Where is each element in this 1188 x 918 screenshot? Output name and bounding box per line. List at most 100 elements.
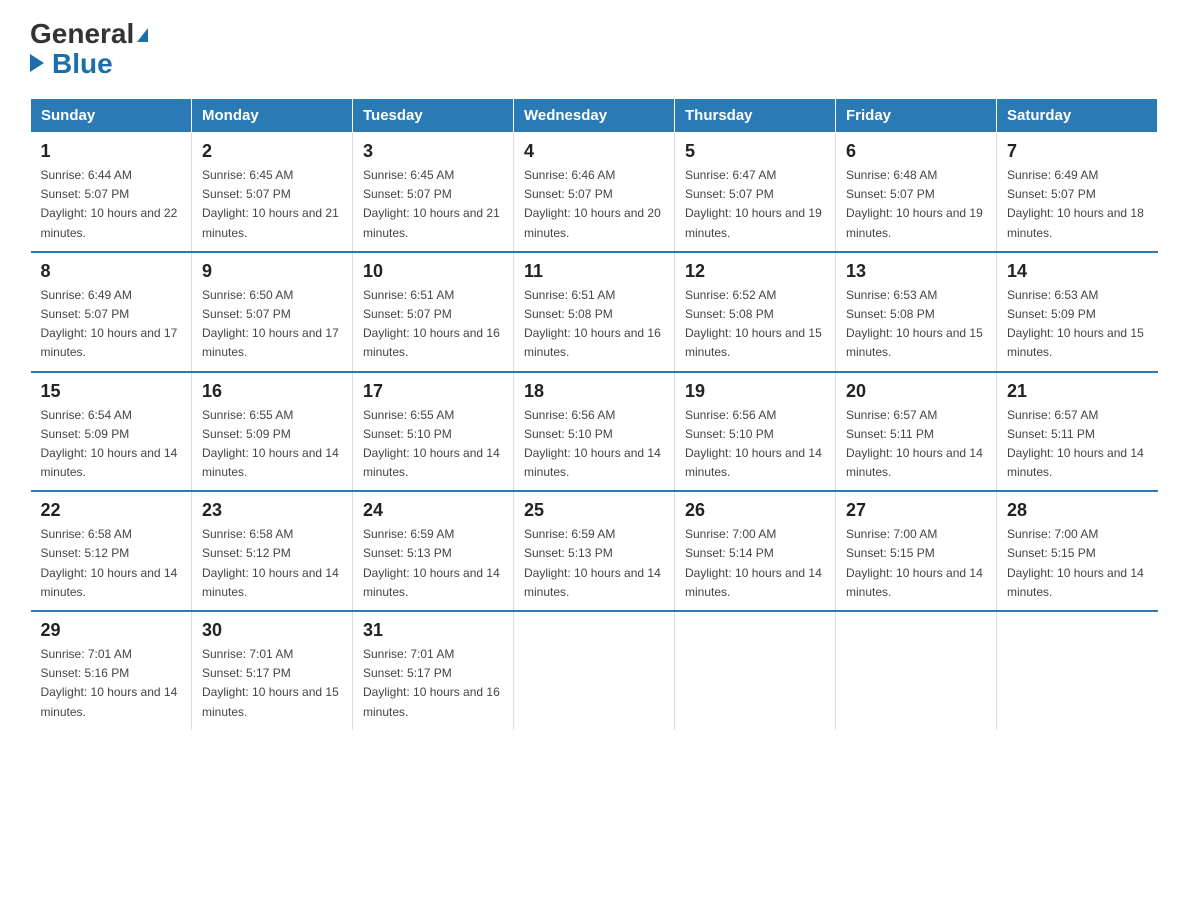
calendar-cell: 24 Sunrise: 6:59 AMSunset: 5:13 PMDayligh… [353, 491, 514, 611]
day-info: Sunrise: 6:51 AMSunset: 5:08 PMDaylight:… [524, 288, 661, 360]
day-info: Sunrise: 7:01 AMSunset: 5:16 PMDaylight:… [41, 647, 178, 719]
calendar-cell: 20 Sunrise: 6:57 AMSunset: 5:11 PMDayligh… [836, 372, 997, 492]
day-info: Sunrise: 7:01 AMSunset: 5:17 PMDaylight:… [202, 647, 339, 719]
day-info: Sunrise: 6:55 AMSunset: 5:10 PMDaylight:… [363, 408, 500, 480]
calendar-cell: 29 Sunrise: 7:01 AMSunset: 5:16 PMDayligh… [31, 611, 192, 730]
calendar-cell: 17 Sunrise: 6:55 AMSunset: 5:10 PMDayligh… [353, 372, 514, 492]
logo-blue: Blue [52, 48, 113, 80]
col-header-wednesday: Wednesday [514, 99, 675, 133]
day-info: Sunrise: 6:58 AMSunset: 5:12 PMDaylight:… [41, 527, 178, 599]
calendar-cell: 7 Sunrise: 6:49 AMSunset: 5:07 PMDaylight… [997, 133, 1158, 252]
calendar-cell: 31 Sunrise: 7:01 AMSunset: 5:17 PMDayligh… [353, 611, 514, 730]
calendar-cell: 12 Sunrise: 6:52 AMSunset: 5:08 PMDayligh… [675, 252, 836, 372]
day-number: 10 [363, 261, 503, 282]
day-info: Sunrise: 7:00 AMSunset: 5:14 PMDaylight:… [685, 527, 822, 599]
calendar-cell: 8Sunrise: 6:49 AMSunset: 5:07 PMDaylight… [31, 252, 192, 372]
day-number: 9 [202, 261, 342, 282]
day-info: Sunrise: 6:46 AMSunset: 5:07 PMDaylight:… [524, 168, 661, 240]
day-number: 29 [41, 620, 182, 641]
day-number: 27 [846, 500, 986, 521]
col-header-sunday: Sunday [31, 99, 192, 133]
day-info: Sunrise: 6:49 AMSunset: 5:07 PMDaylight:… [1007, 168, 1144, 240]
day-number: 7 [1007, 141, 1148, 162]
day-number: 8 [41, 261, 182, 282]
day-number: 19 [685, 381, 825, 402]
day-info: Sunrise: 6:56 AMSunset: 5:10 PMDaylight:… [685, 408, 822, 480]
day-number: 28 [1007, 500, 1148, 521]
calendar-cell: 22 Sunrise: 6:58 AMSunset: 5:12 PMDayligh… [31, 491, 192, 611]
day-number: 25 [524, 500, 664, 521]
day-number: 16 [202, 381, 342, 402]
day-info: Sunrise: 6:53 AMSunset: 5:08 PMDaylight:… [846, 288, 983, 360]
day-info: Sunrise: 6:59 AMSunset: 5:13 PMDaylight:… [363, 527, 500, 599]
day-number: 2 [202, 141, 342, 162]
calendar-week-row: 1 Sunrise: 6:44 AMSunset: 5:07 PMDaylight… [31, 133, 1158, 252]
logo: General Blue [30, 20, 148, 80]
calendar-cell: 6 Sunrise: 6:48 AMSunset: 5:07 PMDaylight… [836, 133, 997, 252]
calendar-cell: 4 Sunrise: 6:46 AMSunset: 5:07 PMDaylight… [514, 133, 675, 252]
day-info: Sunrise: 6:55 AMSunset: 5:09 PMDaylight:… [202, 408, 339, 480]
calendar-cell: 30 Sunrise: 7:01 AMSunset: 5:17 PMDayligh… [192, 611, 353, 730]
day-number: 1 [41, 141, 182, 162]
day-info: Sunrise: 6:53 AMSunset: 5:09 PMDaylight:… [1007, 288, 1144, 360]
day-number: 31 [363, 620, 503, 641]
calendar-week-row: 22 Sunrise: 6:58 AMSunset: 5:12 PMDayligh… [31, 491, 1158, 611]
day-number: 23 [202, 500, 342, 521]
calendar-cell [675, 611, 836, 730]
calendar-cell: 23 Sunrise: 6:58 AMSunset: 5:12 PMDayligh… [192, 491, 353, 611]
calendar-cell: 21 Sunrise: 6:57 AMSunset: 5:11 PMDayligh… [997, 372, 1158, 492]
day-info: Sunrise: 7:01 AMSunset: 5:17 PMDaylight:… [363, 647, 500, 719]
day-number: 14 [1007, 261, 1148, 282]
calendar-cell: 28 Sunrise: 7:00 AMSunset: 5:15 PMDayligh… [997, 491, 1158, 611]
day-number: 3 [363, 141, 503, 162]
day-info: Sunrise: 6:45 AMSunset: 5:07 PMDaylight:… [202, 168, 339, 240]
col-header-thursday: Thursday [675, 99, 836, 133]
day-info: Sunrise: 6:48 AMSunset: 5:07 PMDaylight:… [846, 168, 983, 240]
day-info: Sunrise: 6:47 AMSunset: 5:07 PMDaylight:… [685, 168, 822, 240]
calendar-week-row: 15Sunrise: 6:54 AMSunset: 5:09 PMDayligh… [31, 372, 1158, 492]
calendar-cell: 1 Sunrise: 6:44 AMSunset: 5:07 PMDaylight… [31, 133, 192, 252]
calendar-cell: 18Sunrise: 6:56 AMSunset: 5:10 PMDayligh… [514, 372, 675, 492]
day-number: 26 [685, 500, 825, 521]
day-number: 30 [202, 620, 342, 641]
day-info: Sunrise: 6:44 AMSunset: 5:07 PMDaylight:… [41, 168, 178, 240]
day-info: Sunrise: 7:00 AMSunset: 5:15 PMDaylight:… [846, 527, 983, 599]
col-header-saturday: Saturday [997, 99, 1158, 133]
day-number: 5 [685, 141, 825, 162]
day-number: 21 [1007, 381, 1148, 402]
calendar-cell: 5 Sunrise: 6:47 AMSunset: 5:07 PMDaylight… [675, 133, 836, 252]
day-info: Sunrise: 6:57 AMSunset: 5:11 PMDaylight:… [846, 408, 983, 480]
calendar-cell: 2 Sunrise: 6:45 AMSunset: 5:07 PMDaylight… [192, 133, 353, 252]
day-info: Sunrise: 7:00 AMSunset: 5:15 PMDaylight:… [1007, 527, 1144, 599]
calendar-cell: 27 Sunrise: 7:00 AMSunset: 5:15 PMDayligh… [836, 491, 997, 611]
calendar-cell: 10Sunrise: 6:51 AMSunset: 5:07 PMDayligh… [353, 252, 514, 372]
calendar-cell: 19 Sunrise: 6:56 AMSunset: 5:10 PMDayligh… [675, 372, 836, 492]
day-info: Sunrise: 6:57 AMSunset: 5:11 PMDaylight:… [1007, 408, 1144, 480]
calendar-cell [997, 611, 1158, 730]
calendar-cell: 25Sunrise: 6:59 AMSunset: 5:13 PMDayligh… [514, 491, 675, 611]
day-info: Sunrise: 6:58 AMSunset: 5:12 PMDaylight:… [202, 527, 339, 599]
day-number: 12 [685, 261, 825, 282]
calendar-week-row: 8Sunrise: 6:49 AMSunset: 5:07 PMDaylight… [31, 252, 1158, 372]
day-number: 20 [846, 381, 986, 402]
calendar-table: SundayMondayTuesdayWednesdayThursdayFrid… [30, 98, 1158, 730]
day-number: 17 [363, 381, 503, 402]
day-number: 22 [41, 500, 182, 521]
day-info: Sunrise: 6:52 AMSunset: 5:08 PMDaylight:… [685, 288, 822, 360]
calendar-cell: 9Sunrise: 6:50 AMSunset: 5:07 PMDaylight… [192, 252, 353, 372]
day-info: Sunrise: 6:54 AMSunset: 5:09 PMDaylight:… [41, 408, 178, 480]
page-header: General Blue [30, 20, 1158, 80]
col-header-friday: Friday [836, 99, 997, 133]
calendar-cell: 13Sunrise: 6:53 AMSunset: 5:08 PMDayligh… [836, 252, 997, 372]
calendar-cell: 11Sunrise: 6:51 AMSunset: 5:08 PMDayligh… [514, 252, 675, 372]
calendar-cell: 3Sunrise: 6:45 AMSunset: 5:07 PMDaylight… [353, 133, 514, 252]
calendar-cell [836, 611, 997, 730]
col-header-tuesday: Tuesday [353, 99, 514, 133]
calendar-cell: 16 Sunrise: 6:55 AMSunset: 5:09 PMDayligh… [192, 372, 353, 492]
day-number: 18 [524, 381, 664, 402]
calendar-cell [514, 611, 675, 730]
day-number: 4 [524, 141, 664, 162]
day-number: 24 [363, 500, 503, 521]
day-number: 6 [846, 141, 986, 162]
calendar-cell: 15Sunrise: 6:54 AMSunset: 5:09 PMDayligh… [31, 372, 192, 492]
